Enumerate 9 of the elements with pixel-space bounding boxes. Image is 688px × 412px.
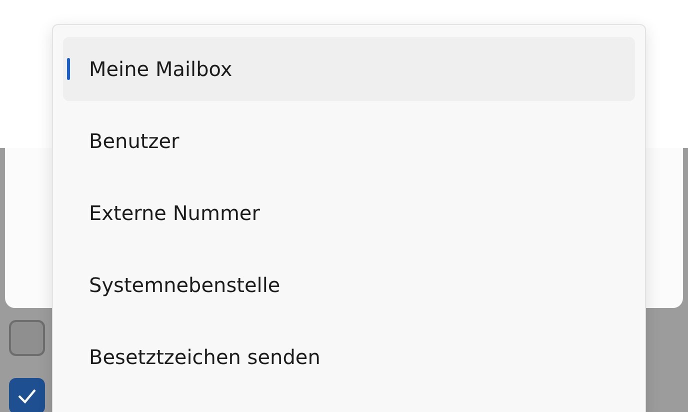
checkbox[interactable] (9, 378, 45, 412)
checkbox[interactable] (9, 320, 45, 356)
menu-item[interactable]: Benutzer (63, 109, 635, 173)
selection-indicator (67, 58, 70, 80)
menu-item[interactable]: Besetztzeichen senden (63, 325, 635, 389)
menu-item[interactable]: Systemnebenstelle (63, 253, 635, 317)
menu-item[interactable]: Externe Nummer (63, 181, 635, 245)
checkmark-icon (17, 388, 37, 404)
menu-item[interactable]: Meine Mailbox (63, 37, 635, 101)
